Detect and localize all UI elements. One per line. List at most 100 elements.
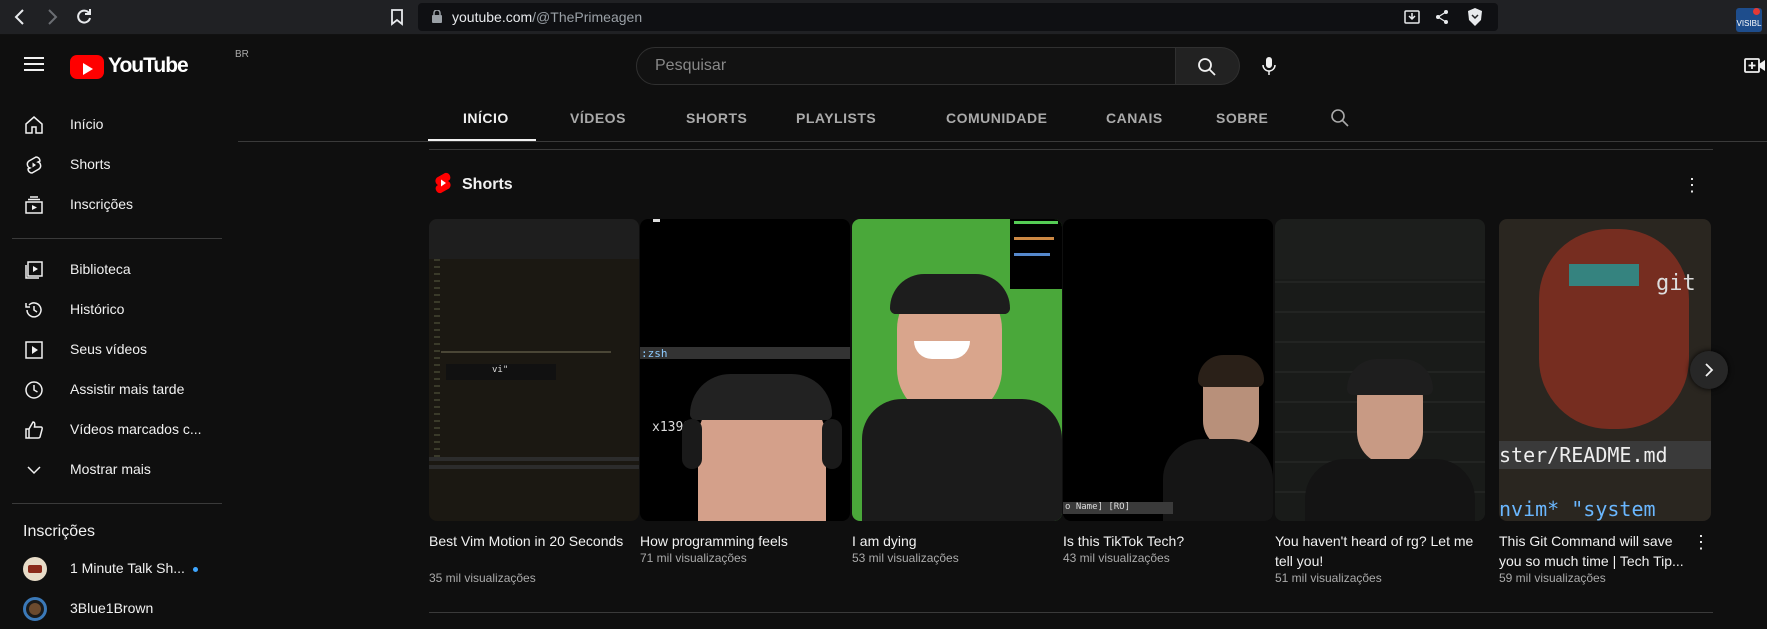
install-app-icon[interactable]	[1403, 8, 1421, 31]
sidebar-item-history[interactable]: Histórico	[12, 290, 222, 330]
reload-icon[interactable]	[74, 7, 94, 27]
short-title[interactable]: I am dying	[852, 531, 1052, 551]
sidebar-item-label: Vídeos marcados c...	[70, 421, 202, 437]
sidebar-item-home[interactable]: Início	[12, 105, 222, 145]
short-views: 43 mil visualizações	[1063, 551, 1170, 565]
logo-text: YouTube	[108, 54, 189, 77]
home-icon	[25, 116, 43, 134]
thumbnail-overlay-text: nvim* "system	[1499, 497, 1656, 521]
region-code: BR	[235, 49, 249, 60]
extension-label: VISIBL	[1736, 19, 1762, 28]
sidebar-divider	[12, 238, 222, 239]
thumbnail-overlay-text: o Name] [RO]	[1065, 502, 1131, 512]
next-button[interactable]	[1690, 351, 1728, 389]
watch-later-icon	[25, 381, 43, 399]
shorts-logo-icon	[435, 172, 451, 194]
short-title[interactable]: Is this TikTok Tech?	[1063, 531, 1263, 551]
short-views: 35 mil visualizações	[429, 571, 536, 585]
sidebar-subscription-item[interactable]: 3Blue1Brown	[12, 589, 222, 629]
tab-channels[interactable]: CANAIS	[1106, 110, 1163, 126]
sidebar-item-label: Mostrar mais	[70, 461, 151, 477]
sidebar-item-your-videos[interactable]: Seus vídeos	[12, 330, 222, 370]
sidebar-item-watch-later[interactable]: Assistir mais tarde	[12, 370, 222, 410]
bookmark-icon[interactable]	[387, 7, 407, 27]
thumbnail-overlay-text: vi"	[492, 365, 509, 375]
short-thumbnail[interactable]: git ster/README.md nvim* "system	[1499, 219, 1711, 521]
brave-shield-icon[interactable]	[1466, 7, 1484, 32]
tab-community[interactable]: COMUNIDADE	[946, 110, 1047, 126]
short-views: 53 mil visualizações	[852, 551, 959, 565]
url-text: youtube.com/@ThePrimeagen	[452, 9, 642, 25]
sidebar-show-more[interactable]: Mostrar mais	[12, 450, 222, 490]
create-video-icon[interactable]	[1744, 57, 1766, 80]
liked-icon	[25, 421, 43, 439]
sidebar-divider	[12, 503, 222, 504]
history-icon	[25, 302, 42, 318]
short-thumbnail[interactable]: :zsh x1398	[640, 219, 850, 521]
short-thumbnail[interactable]	[852, 219, 1062, 521]
thumbnail-overlay-text: :zsh	[641, 347, 668, 360]
channel-name: 1 Minute Talk Sh...	[70, 560, 185, 576]
short-title[interactable]: Best Vim Motion in 20 Seconds	[429, 531, 629, 551]
sidebar: Início Shorts Inscrições Biblioteca Hist…	[0, 97, 224, 621]
search-button[interactable]	[1176, 47, 1240, 85]
sidebar-item-subscriptions[interactable]: Inscrições	[12, 185, 222, 225]
youtube-header: YouTube BR	[0, 35, 1767, 97]
shorts-icon	[26, 156, 42, 174]
tab-videos[interactable]: VÍDEOS	[570, 110, 626, 126]
search-icon	[1198, 58, 1216, 76]
sidebar-item-label: Histórico	[70, 301, 125, 317]
shorts-section-title: Shorts	[462, 176, 513, 193]
sidebar-subscription-item[interactable]: 1 Minute Talk Sh...	[12, 549, 222, 589]
more-options-icon[interactable]: ⋮	[1682, 175, 1702, 195]
sidebar-item-shorts[interactable]: Shorts	[12, 145, 222, 185]
thumbnail-overlay-text: git	[1656, 271, 1696, 296]
short-thumbnail[interactable]: vi"	[429, 219, 639, 521]
short-title[interactable]: How programming feels	[640, 531, 840, 551]
url-domain: youtube.com	[452, 9, 533, 25]
lock-icon	[432, 9, 442, 23]
address-bar[interactable]: youtube.com/@ThePrimeagen	[418, 3, 1498, 31]
search-input[interactable]	[653, 56, 1137, 76]
back-icon[interactable]	[10, 7, 30, 27]
short-title[interactable]: This Git Command will save you so much t…	[1499, 531, 1689, 571]
sidebar-item-label: Assistir mais tarde	[70, 381, 185, 397]
short-title[interactable]: You haven't heard of rg? Let me tell you…	[1275, 531, 1475, 571]
chevron-down-icon	[27, 466, 41, 475]
short-views: 51 mil visualizações	[1275, 571, 1382, 585]
new-content-dot	[193, 567, 198, 572]
sidebar-item-label: Biblioteca	[70, 261, 131, 277]
your-videos-icon	[25, 341, 43, 359]
short-more-options-icon[interactable]: ⋮	[1691, 532, 1711, 552]
sidebar-item-label: Shorts	[70, 156, 111, 172]
thumbnail-overlay-text: ster/README.md	[1499, 443, 1668, 467]
channel-name: 3Blue1Brown	[70, 600, 154, 616]
url-path: /@ThePrimeagen	[532, 9, 643, 25]
sidebar-item-library[interactable]: Biblioteca	[12, 250, 222, 290]
short-thumbnail[interactable]: o Name] [RO]	[1063, 219, 1273, 521]
search-box[interactable]	[636, 47, 1176, 85]
section-divider	[429, 612, 1713, 613]
tab-about[interactable]: SOBRE	[1216, 110, 1268, 126]
channel-avatar	[23, 557, 47, 581]
subscriptions-icon	[25, 196, 43, 214]
share-icon[interactable]	[1433, 8, 1451, 31]
extension-badge	[1753, 8, 1760, 15]
voice-search-button[interactable]	[1250, 47, 1288, 85]
section-divider	[429, 149, 1713, 150]
microphone-icon	[1262, 57, 1276, 75]
menu-icon[interactable]	[24, 55, 46, 78]
forward-icon[interactable]	[42, 7, 62, 27]
youtube-play-icon	[70, 55, 104, 79]
subscriptions-heading: Inscrições	[23, 523, 96, 540]
short-thumbnail[interactable]	[1275, 219, 1485, 521]
sidebar-item-liked-videos[interactable]: Vídeos marcados c...	[12, 410, 222, 450]
tab-shorts[interactable]: SHORTS	[686, 110, 747, 126]
tab-home[interactable]: INÍCIO	[463, 110, 509, 126]
short-views: 71 mil visualizações	[640, 551, 747, 565]
browser-toolbar: youtube.com/@ThePrimeagen VISIBL	[0, 0, 1767, 35]
extension-button[interactable]: VISIBL	[1736, 8, 1762, 32]
channel-search-icon[interactable]	[1330, 108, 1350, 128]
tab-playlists[interactable]: PLAYLISTS	[796, 110, 876, 126]
sidebar-item-label: Início	[70, 116, 104, 132]
